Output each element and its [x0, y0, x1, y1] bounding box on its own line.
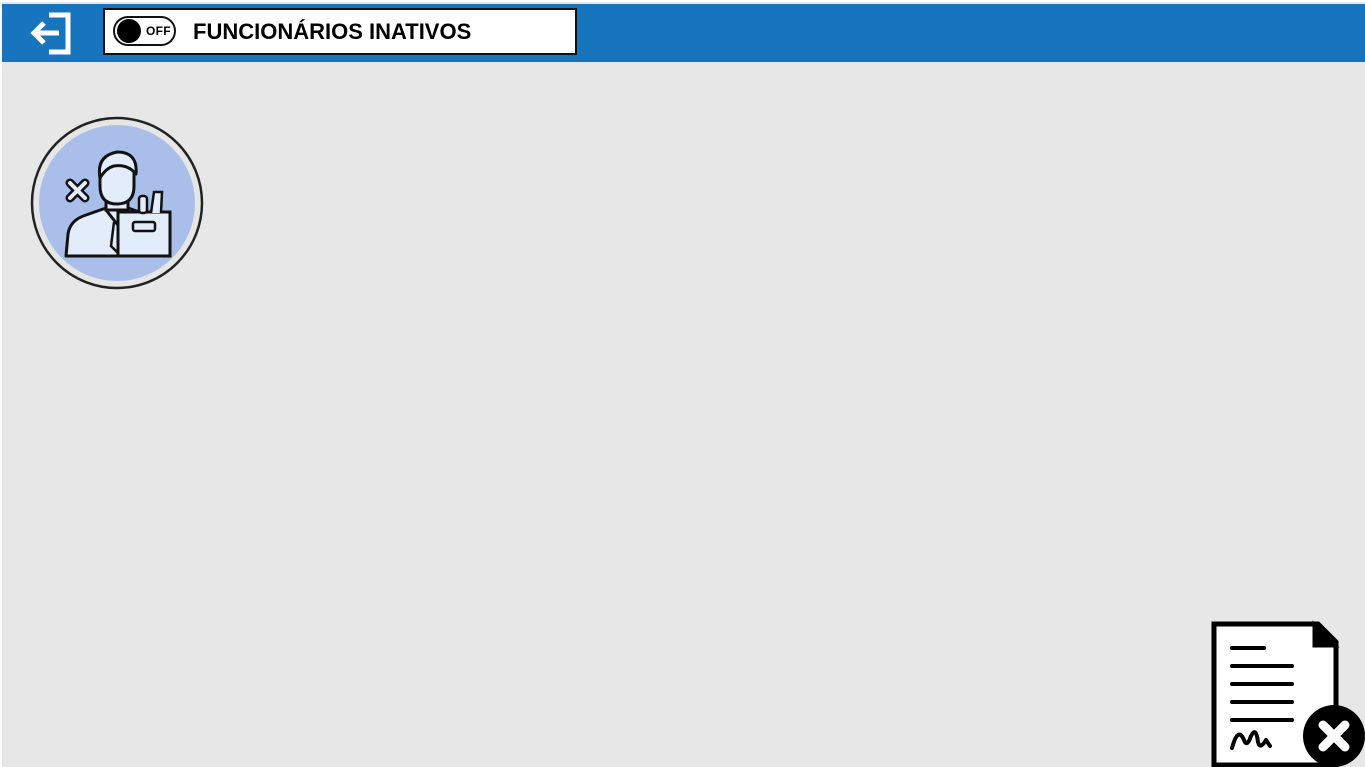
toggle-knob — [117, 19, 141, 43]
dismissed-employee-icon — [30, 116, 204, 290]
document-cancel-icon — [1211, 620, 1365, 767]
inactive-toggle-switch[interactable]: OFF — [113, 16, 176, 46]
top-bar: OFF FUNCIONÁRIOS INATIVOS — [2, 4, 1365, 62]
toggle-state-label: OFF — [146, 24, 171, 38]
filter-title: FUNCIONÁRIOS INATIVOS — [193, 19, 472, 44]
app-window: OFF FUNCIONÁRIOS INATIVOS — [2, 2, 1365, 767]
dismissed-employee-button[interactable] — [30, 116, 204, 290]
inactive-employees-filter: OFF FUNCIONÁRIOS INATIVOS — [103, 8, 577, 55]
document-cancel-button[interactable] — [1210, 620, 1365, 767]
exit-arrow-icon — [30, 12, 71, 55]
exit-button[interactable] — [24, 6, 80, 58]
